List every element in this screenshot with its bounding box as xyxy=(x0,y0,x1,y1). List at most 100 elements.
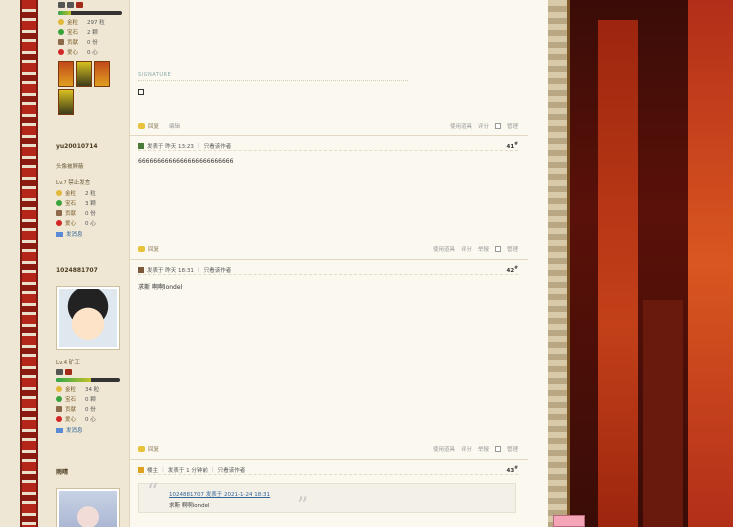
post-divider xyxy=(130,259,528,260)
stat-contribution: 贡献 0 份 xyxy=(58,37,140,47)
use-tool-dropdown[interactable]: 使用道具 xyxy=(433,445,455,453)
envelope-icon xyxy=(56,231,63,237)
reply-button[interactable]: 回复 xyxy=(138,122,159,130)
experience-bar xyxy=(58,11,122,15)
post-time: 发表于 1 分钟前 xyxy=(167,467,208,474)
quote-author-link[interactable]: 1024881707 发表于 2021-1-24 18:31 xyxy=(169,490,515,498)
reply-icon xyxy=(138,446,145,452)
manage-label: 管理 xyxy=(506,447,518,453)
medal-list xyxy=(58,61,118,115)
stat-contribution: 贡献 0 份 xyxy=(56,208,138,218)
rate-link[interactable]: 评分 xyxy=(461,245,472,253)
medal-icon[interactable] xyxy=(94,61,110,87)
right-decorative-background xyxy=(548,0,733,527)
rank-icon xyxy=(76,2,83,8)
reply-button[interactable]: 回复 xyxy=(138,245,159,253)
only-author-link[interactable]: 只看该作者 xyxy=(218,466,246,474)
author-name[interactable]: 雨晴 xyxy=(56,467,138,476)
floor-number[interactable]: 41# xyxy=(507,142,519,150)
author-info: 金粒 297 粒 宝石 2 颗 贡献 0 份 爱心 0 心 xyxy=(58,2,140,115)
user-level: Lv.? 禁止发言 xyxy=(56,180,91,186)
use-tool-dropdown[interactable]: 使用道具 xyxy=(450,122,472,130)
stat-gem: 宝石 3 颗 xyxy=(56,198,138,208)
manage-checkbox[interactable] xyxy=(494,246,501,252)
heart-icon xyxy=(56,416,62,422)
forum-post: 1024881707 Lv.4 矿工 金粒 34 粒 宝石 0 颗 贡献 0 份 爱心… xyxy=(48,264,548,459)
emerald-icon xyxy=(56,396,62,402)
reply-icon xyxy=(138,123,145,129)
rank-icon xyxy=(58,2,65,8)
rank-icon xyxy=(65,369,72,375)
thread-starter-icon xyxy=(138,466,144,473)
lava-column xyxy=(688,0,733,527)
medal-icon[interactable] xyxy=(58,61,74,87)
rank-icon xyxy=(56,369,63,375)
post-content: 发表于 昨天 18:31 | 只看该作者 42# 求斯 啊啊londel xyxy=(138,265,518,291)
rate-link[interactable]: 评分 xyxy=(478,122,489,130)
gift-icon xyxy=(56,210,62,216)
stat-contribution: 贡献 0 份 xyxy=(56,404,138,414)
gift-icon xyxy=(56,406,62,412)
post-message: 6666666666666666666666666 xyxy=(138,158,234,165)
post-message: 求斯 啊啊londel xyxy=(138,284,183,291)
medal-icon[interactable] xyxy=(76,61,92,87)
stat-love: 爱心 0 心 xyxy=(56,414,138,424)
user-stats: 金粒 2 粒 宝石 3 颗 贡献 0 份 爱心 0 心 xyxy=(56,188,138,228)
only-author-link[interactable]: 只看该作者 xyxy=(204,266,232,274)
stat-gold: 金粒 297 粒 xyxy=(58,17,140,27)
open-quote-icon: “ xyxy=(147,480,159,505)
author-name[interactable]: yu20010714 xyxy=(56,143,138,150)
signature-label: SIGNATURE xyxy=(138,72,172,78)
medal-icon[interactable] xyxy=(58,89,74,115)
thread-starter-label: 楼主 xyxy=(147,467,159,474)
manage-checkbox[interactable] xyxy=(494,123,501,129)
avatar[interactable] xyxy=(56,488,120,527)
post-content: SIGNATURE xyxy=(138,72,518,95)
forum-post: 雨晴 楼主 | 发表于 1 分钟前 | 只看该作者 43# “ 10248817… xyxy=(48,464,548,527)
level-icons xyxy=(56,369,138,375)
rate-link[interactable]: 评分 xyxy=(461,445,472,453)
stat-gem: 宝石 0 颗 xyxy=(56,394,138,404)
avatar[interactable] xyxy=(56,286,120,350)
floor-number[interactable]: 42# xyxy=(507,266,519,274)
stat-gold: 金粒 34 粒 xyxy=(56,384,138,394)
only-author-link[interactable]: 只看该作者 xyxy=(204,142,232,150)
author-name[interactable]: 1024881707 xyxy=(56,267,138,274)
post-time: 发表于 昨天 13:23 xyxy=(147,143,194,150)
user-level: Lv.4 矿工 xyxy=(56,360,80,366)
pig-sprite xyxy=(553,515,585,527)
floor-number[interactable]: 43# xyxy=(507,466,519,474)
use-tool-dropdown[interactable]: 使用道具 xyxy=(433,245,455,253)
chain-decoration xyxy=(20,0,38,527)
user-stats: 金粒 34 粒 宝石 0 颗 贡献 0 份 爱心 0 心 xyxy=(56,384,138,424)
user-status-icon xyxy=(138,266,144,273)
stat-love: 爱心 0 心 xyxy=(58,47,140,57)
report-link[interactable]: 举报 xyxy=(478,445,489,453)
manage-checkbox[interactable] xyxy=(494,446,501,452)
heart-icon xyxy=(58,49,64,55)
post-header: 发表于 昨天 13:23 | 只看该作者 41# xyxy=(138,141,518,151)
close-quote-icon: ” xyxy=(297,494,309,519)
post-footer: 回复 使用道具 评分 举报 管理 xyxy=(138,444,518,454)
report-link[interactable]: 举报 xyxy=(478,245,489,253)
post-content: 楼主 | 发表于 1 分钟前 | 只看该作者 43# “ 1024881707 … xyxy=(138,465,518,519)
left-decorative-border xyxy=(0,0,48,527)
stat-gem: 宝石 2 颗 xyxy=(58,27,140,37)
post-footer: 回复 使用道具 评分 举报 管理 xyxy=(138,244,518,254)
reply-button[interactable]: 回复 xyxy=(138,445,159,453)
post-content: 发表于 昨天 13:23 | 只看该作者 41# 666666666666666… xyxy=(138,141,518,165)
experience-bar xyxy=(56,378,120,382)
send-message-link[interactable]: 发消息 xyxy=(56,426,138,434)
user-stats: 金粒 297 粒 宝石 2 颗 贡献 0 份 爱心 0 心 xyxy=(58,17,140,57)
reply-icon xyxy=(138,246,145,252)
author-info: yu20010714 头像被屏蔽 Lv.? 禁止发言 金粒 2 粒 宝石 3 颗 贡… xyxy=(56,143,138,238)
send-message-link[interactable]: 发消息 xyxy=(56,230,138,238)
post-header: 楼主 | 发表于 1 分钟前 | 只看该作者 43# xyxy=(138,465,518,475)
heart-icon xyxy=(56,220,62,226)
emerald-icon xyxy=(56,200,62,206)
gold-coin-icon xyxy=(58,19,64,25)
forum-thread: 金粒 297 粒 宝石 2 颗 贡献 0 份 爱心 0 心 SIGNATURE 回复 编… xyxy=(48,0,548,527)
edit-link[interactable]: 编辑 xyxy=(169,122,180,130)
manage-label: 管理 xyxy=(506,247,518,253)
post-footer: 回复 编辑 使用道具 评分 管理 xyxy=(138,121,518,131)
